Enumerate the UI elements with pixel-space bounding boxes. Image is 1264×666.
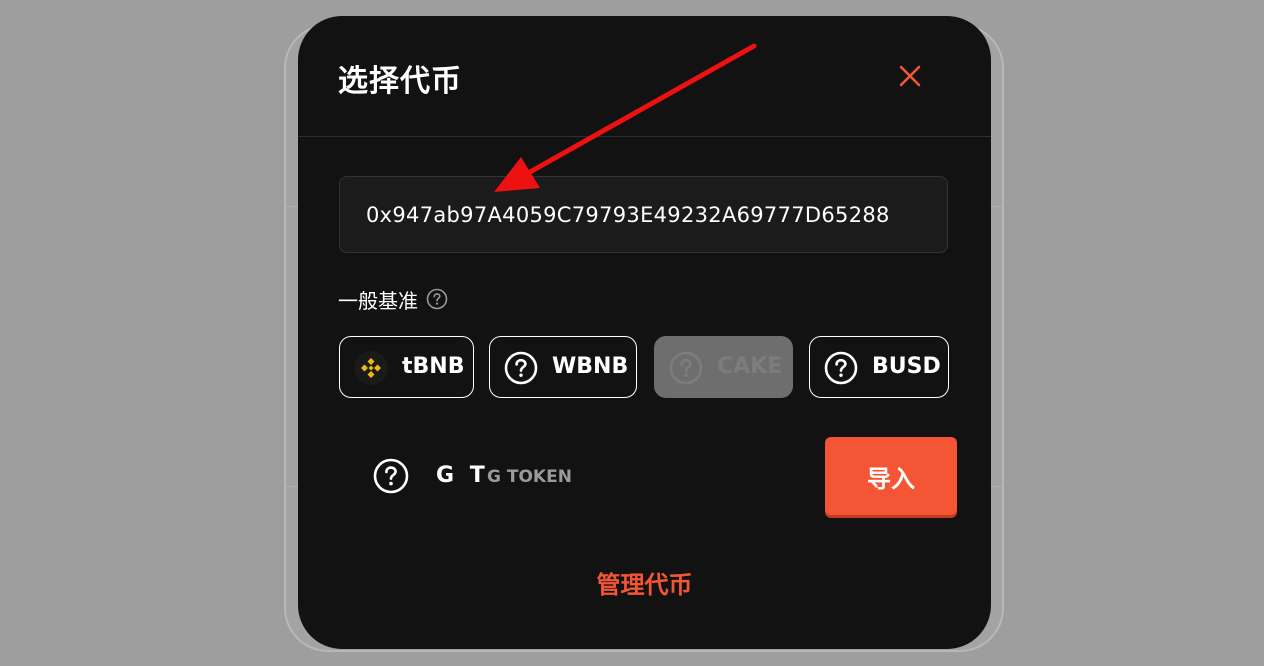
question-circle-icon: [504, 351, 538, 385]
token-search-field[interactable]: [339, 176, 948, 253]
bnb-icon: [354, 351, 388, 385]
close-icon: [899, 65, 921, 87]
question-circle-icon[interactable]: [426, 288, 448, 310]
manage-tokens-link[interactable]: 管理代币: [298, 565, 991, 600]
modal-title: 选择代币: [338, 64, 462, 99]
base-token-tbnb[interactable]: tBNB: [339, 336, 474, 398]
token-name: G TOKEN: [487, 467, 572, 487]
base-token-cake: CAKE: [654, 336, 793, 398]
base-token-wbnb[interactable]: WBNB: [489, 336, 637, 398]
question-circle-icon: [669, 351, 703, 385]
base-token-symbol: tBNB: [402, 354, 465, 379]
question-circle-icon: [373, 458, 409, 494]
question-circle-icon: [824, 351, 858, 385]
base-token-symbol: WBNB: [552, 354, 629, 379]
import-button[interactable]: 导入: [825, 437, 957, 515]
modal-header: 选择代币: [298, 16, 991, 137]
token-search-input[interactable]: [340, 177, 947, 252]
base-token-symbol: BUSD: [872, 354, 941, 379]
token-symbol: G T: [436, 463, 489, 488]
base-token-busd[interactable]: BUSD: [809, 336, 949, 398]
close-button[interactable]: [894, 60, 926, 92]
select-token-modal: 选择代币 一般基准: [298, 16, 991, 649]
search-result-row: G T G TOKEN 导入: [339, 436, 957, 518]
base-token-symbol: CAKE: [717, 354, 783, 379]
common-bases-label: 一般基准: [338, 288, 418, 313]
common-bases-header: 一般基准: [338, 286, 448, 313]
